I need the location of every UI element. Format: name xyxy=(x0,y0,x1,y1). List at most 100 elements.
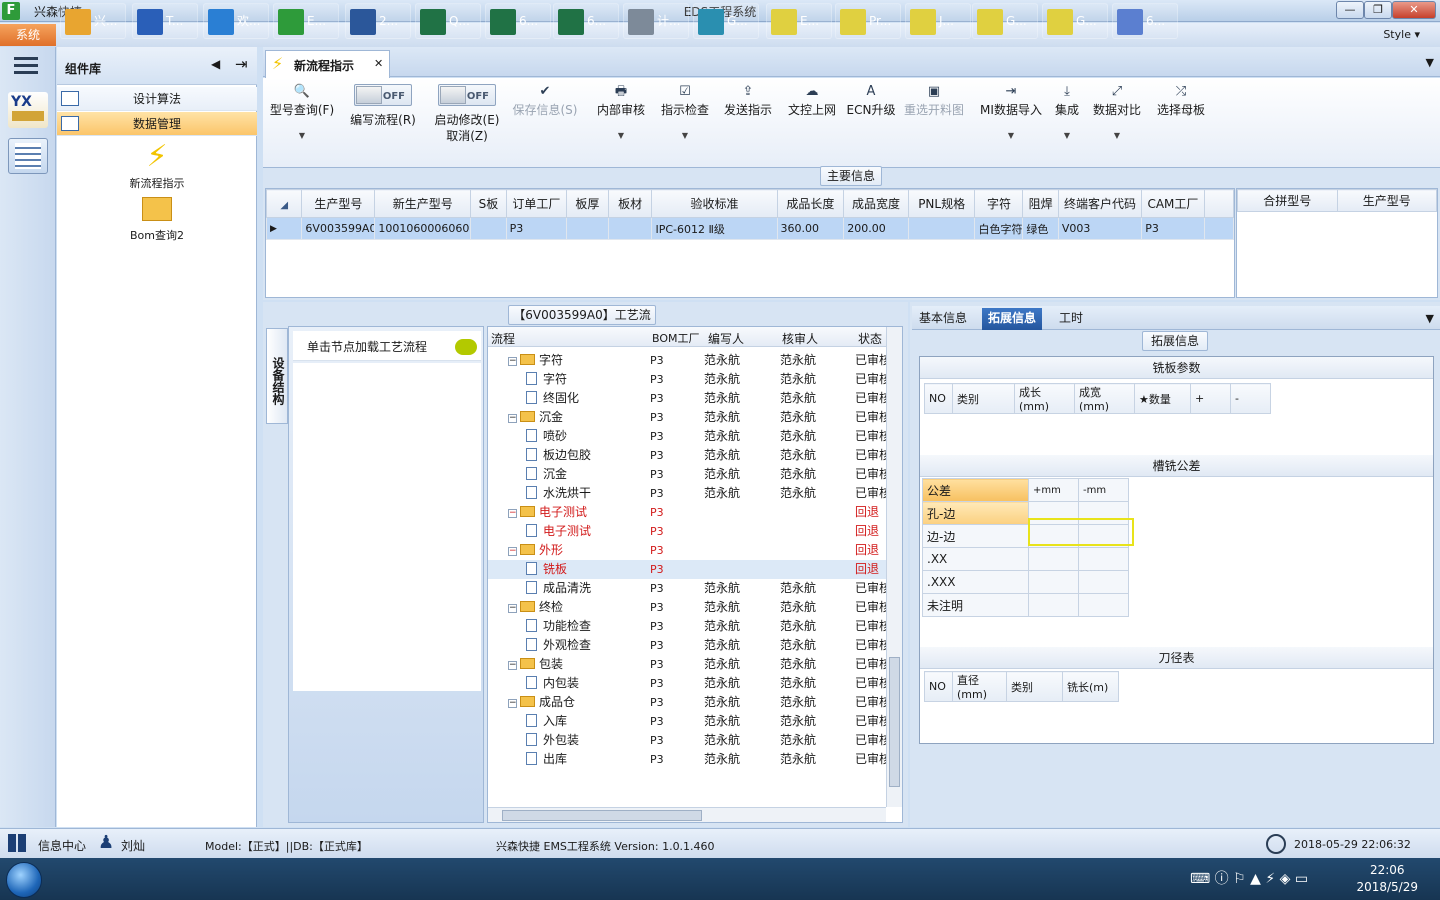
tile-new-process[interactable]: ⚡ 新流程指示 xyxy=(117,139,197,191)
collapse-icon[interactable]: − xyxy=(508,547,517,556)
tolerance-header[interactable]: +mm xyxy=(1028,478,1079,502)
table-cell[interactable]: 绿色 xyxy=(1022,217,1059,240)
tree-node[interactable]: − 包装 xyxy=(508,655,642,674)
toolbar-button-4[interactable]: ☁ 文控上网 xyxy=(783,84,841,164)
taskbar-item[interactable]: Q... xyxy=(415,3,481,39)
tree-vertical-scrollbar[interactable] xyxy=(886,327,902,807)
yx-app-icon[interactable]: YX xyxy=(8,92,48,128)
collapse-icon[interactable]: − xyxy=(508,357,517,366)
mill-param-header[interactable]: + xyxy=(1190,383,1231,414)
tree-row[interactable]: 板边包胶 P3 范永航 范永航 已审核 xyxy=(488,446,886,465)
tree-node[interactable]: 铣板 xyxy=(526,560,642,579)
tree-row[interactable]: 喷砂 P3 范永航 范永航 已审核 xyxy=(488,427,886,446)
tolerance-plus-cell[interactable] xyxy=(1028,547,1079,571)
tree-row[interactable]: 水洗烘干 P3 范永航 范永航 已审核 xyxy=(488,484,886,503)
tolerance-plus-cell[interactable] xyxy=(1028,570,1079,594)
mill-param-header[interactable]: - xyxy=(1230,383,1271,414)
taskbar-item[interactable]: E... xyxy=(766,3,832,39)
tolerance-header[interactable]: 公差 xyxy=(922,478,1029,502)
tree-node[interactable]: 字符 xyxy=(526,370,642,389)
tree-horizontal-scrollbar[interactable] xyxy=(488,807,886,822)
mill-param-header[interactable]: ★数量 xyxy=(1134,383,1191,414)
col-header[interactable]: 板厚 xyxy=(566,189,609,218)
col-header[interactable]: PNL规格 xyxy=(907,189,976,218)
tree-node[interactable]: 出库 xyxy=(526,750,642,769)
tolerance-minus-cell[interactable] xyxy=(1078,547,1129,571)
tolerance-header[interactable]: -mm xyxy=(1078,478,1129,502)
tree-node[interactable]: 功能检查 xyxy=(526,617,642,636)
table-cell[interactable]: IPC-6012 Ⅱ级 xyxy=(651,217,778,240)
chevron-down-icon[interactable]: ▼ xyxy=(1426,312,1434,325)
tolerance-row[interactable]: 未注明 xyxy=(922,593,1129,617)
col-header[interactable]: 新生产型号 xyxy=(374,189,472,218)
tool-table-header[interactable]: 类别 xyxy=(1006,671,1063,702)
taskbar-item[interactable]: 6... xyxy=(485,3,551,39)
cancel-label[interactable]: 取消(Z) xyxy=(446,129,488,143)
tree-row[interactable]: 出库 P3 范永航 范永航 已审核 xyxy=(488,750,886,769)
tree-node[interactable]: − 终检 xyxy=(508,598,642,617)
col-reviewer[interactable]: 核审人 xyxy=(782,330,818,347)
taskbar-item[interactable]: 6... xyxy=(1112,3,1178,39)
taskbar-item[interactable]: T... xyxy=(132,3,198,39)
tolerance-plus-cell[interactable] xyxy=(1028,593,1079,617)
table-cell[interactable]: P3 xyxy=(1141,217,1205,240)
col-merge-model[interactable]: 合拼型号 xyxy=(1237,189,1338,212)
toolbar-button-10[interactable]: ⤮ 选择母板 xyxy=(1153,84,1209,164)
col-status[interactable]: 状态 xyxy=(858,330,882,347)
collapse-icon[interactable]: − xyxy=(508,699,517,708)
tab-basic-info[interactable]: 基本信息 xyxy=(913,308,973,330)
tab-work-hours[interactable]: 工时 xyxy=(1053,308,1089,330)
table-cell[interactable]: 360.00 xyxy=(776,217,845,240)
tree-row[interactable]: 功能检查 P3 范永航 范永航 已审核 xyxy=(488,617,886,636)
tolerance-minus-cell[interactable] xyxy=(1078,593,1129,617)
taskbar-item[interactable]: 计... xyxy=(623,3,689,39)
tool-table-header[interactable]: 直径(mm) xyxy=(952,671,1007,702)
toggle-switch[interactable]: OFF xyxy=(354,84,412,106)
taskbar-item[interactable]: 兴... xyxy=(60,3,126,39)
col-flow[interactable]: 流程 xyxy=(491,330,515,347)
tree-row[interactable]: 外观检查 P3 范永航 范永航 已审核 xyxy=(488,636,886,655)
tree-node[interactable]: 外观检查 xyxy=(526,636,642,655)
mill-param-header[interactable]: 成长(mm) xyxy=(1014,383,1075,414)
tree-row[interactable]: 电子测试 P3 回退 xyxy=(488,522,886,541)
tile-bom-query[interactable]: Bom查询2 xyxy=(117,197,197,243)
table-cell[interactable]: 6V003599A0 xyxy=(301,217,376,240)
collapse-icon[interactable]: − xyxy=(508,604,517,613)
tool-table-header[interactable]: NO xyxy=(924,671,953,702)
table-cell[interactable]: 200.00 xyxy=(843,217,909,240)
col-bom-factory[interactable]: BOM工厂 xyxy=(652,330,700,346)
tree-row[interactable]: − 电子测试 P3 回退 xyxy=(488,503,886,522)
mill-param-header[interactable]: NO xyxy=(924,383,953,414)
tree-node[interactable]: 成品清洗 xyxy=(526,579,642,598)
tree-row[interactable]: 字符 P3 范永航 范永航 已审核 xyxy=(488,370,886,389)
tree-node[interactable]: 内包装 xyxy=(526,674,642,693)
table-cell[interactable]: P3 xyxy=(505,217,568,240)
tree-node[interactable]: − 外形 xyxy=(508,541,642,560)
close-tab-icon[interactable]: ✕ xyxy=(374,57,383,70)
col-header[interactable]: 终端客户代码 xyxy=(1057,189,1143,218)
side-tab-equipment[interactable]: 设备结构 xyxy=(266,328,288,424)
toolbar-button-0[interactable]: ✔ 保存信息(S) xyxy=(509,84,581,164)
start-edit-toggle[interactable]: OFF 启动修改(E) 取消(Z) xyxy=(431,84,503,164)
tree-node[interactable]: 沉金 xyxy=(526,465,642,484)
taskbar-item[interactable]: 6... xyxy=(553,3,619,39)
table-cell[interactable] xyxy=(470,217,507,240)
col-header[interactable]: 阻焊 xyxy=(1022,189,1059,218)
toolbar-button-1[interactable]: 🖶 内部审核 ▼ xyxy=(593,84,649,164)
collapse-icon[interactable]: − xyxy=(508,414,517,423)
tolerance-row[interactable]: .XXX xyxy=(922,570,1129,594)
toolbar-button-3[interactable]: ⇪ 发送指示 xyxy=(720,84,776,164)
tree-node[interactable]: 电子测试 xyxy=(526,522,642,541)
table-cell[interactable]: 白色字符 xyxy=(974,217,1024,240)
tree-row[interactable]: −沉金 P3 范永航 范永航 已审核 xyxy=(488,408,886,427)
taskbar-item[interactable]: G... xyxy=(972,3,1038,39)
mill-param-header[interactable]: 成宽(mm) xyxy=(1074,383,1135,414)
menu-icon[interactable] xyxy=(14,57,38,75)
tree-row[interactable]: 内包装 P3 范永航 范永航 已审核 xyxy=(488,674,886,693)
table-cell[interactable] xyxy=(607,217,653,240)
tree-row[interactable]: −成品仓 P3 范永航 范永航 已审核 xyxy=(488,693,886,712)
mill-param-header[interactable]: 类别 xyxy=(952,383,1015,414)
table-cell[interactable] xyxy=(566,217,609,240)
tree-row[interactable]: −终检 P3 范永航 范永航 已审核 xyxy=(488,598,886,617)
lib-item-data-management[interactable]: 数据管理 xyxy=(57,112,257,136)
